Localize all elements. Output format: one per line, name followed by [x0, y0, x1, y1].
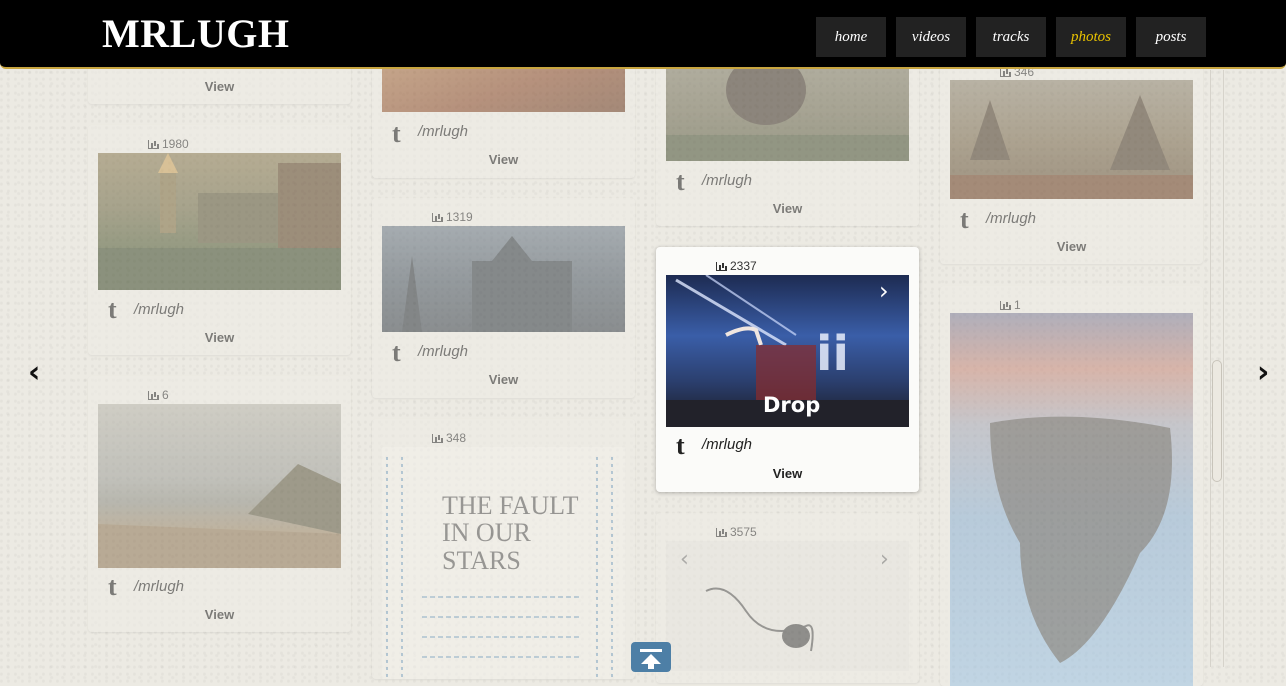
prev-image-icon[interactable]: ‹	[680, 547, 689, 572]
prev-page-arrow-icon[interactable]: ‹	[28, 355, 40, 390]
photo-card: 6 t /mrlugh View	[88, 376, 351, 632]
site-header: MRLUGH home videos tracks photos posts	[0, 0, 1286, 69]
tumblr-icon[interactable]: t	[392, 121, 401, 147]
tumblr-icon[interactable]: t	[108, 297, 117, 323]
view-link[interactable]: View	[656, 201, 919, 216]
view-link[interactable]: View	[656, 466, 919, 481]
nav-videos[interactable]: videos	[896, 17, 966, 57]
handwriting-pattern	[386, 457, 613, 677]
sketch-image	[705, 587, 814, 652]
tumblr-icon[interactable]: t	[108, 574, 117, 600]
bar-chart-icon	[716, 261, 727, 271]
site-logo[interactable]: MRLUGH	[102, 10, 289, 57]
battlefield-image	[950, 95, 1193, 199]
dark-city-image	[402, 236, 572, 332]
view-count-value: 1319	[446, 210, 473, 224]
photo-thumbnail[interactable]: ‹ ›	[666, 541, 909, 671]
tumblr-icon[interactable]: t	[676, 433, 685, 459]
author-link[interactable]: /mrlugh	[702, 172, 752, 189]
photo-thumbnail[interactable]	[98, 404, 341, 568]
tumblr-icon[interactable]: t	[960, 207, 969, 233]
photo-thumbnail[interactable]	[382, 226, 625, 332]
image-caption: Drop	[763, 393, 821, 417]
author-link[interactable]: /mrlugh	[134, 578, 184, 595]
view-count-value: 1	[1014, 298, 1021, 312]
view-count: 1980	[148, 137, 189, 151]
view-count-value: 1980	[162, 137, 189, 151]
author-link[interactable]: /mrlugh	[418, 123, 468, 140]
view-count-value: 6	[162, 388, 169, 402]
bar-chart-icon	[716, 527, 727, 537]
photo-card: 3575 ‹ ›	[656, 513, 919, 683]
view-link[interactable]: View	[88, 330, 351, 345]
bar-chart-icon	[432, 433, 443, 443]
back-to-top-button[interactable]	[631, 642, 671, 672]
scrollbar-thumb[interactable]	[1212, 360, 1222, 482]
scrollbar-track[interactable]	[1210, 70, 1224, 667]
nav-posts[interactable]: posts	[1136, 17, 1206, 57]
beach-image	[98, 464, 341, 568]
photo-card: 1	[940, 286, 1203, 686]
nav-home[interactable]: home	[816, 17, 886, 57]
photo-thumbnail[interactable]	[98, 153, 341, 290]
photo-thumbnail[interactable]	[950, 80, 1193, 199]
author-link[interactable]: /mrlugh	[986, 210, 1036, 227]
view-count: 348	[432, 431, 466, 445]
arrow-up-to-top-icon	[640, 649, 662, 669]
photo-thumbnail[interactable]: THE FAULT IN OUR STARS	[382, 447, 625, 679]
tumblr-icon[interactable]: t	[676, 169, 685, 195]
tumblr-icon[interactable]: t	[392, 340, 401, 366]
photo-card-focused: 2337 ii Drop › t /mrlugh View	[656, 247, 919, 492]
svg-text:ii: ii	[816, 326, 849, 382]
photo-thumbnail[interactable]	[950, 313, 1193, 686]
bar-chart-icon	[148, 139, 159, 149]
photo-card: 1980 t /mrlugh View	[88, 125, 351, 355]
view-count: 2337	[716, 259, 757, 273]
next-image-icon[interactable]: ›	[880, 547, 889, 572]
photo-card: 348 THE FAULT IN OUR STARS	[372, 419, 635, 679]
nav-tracks[interactable]: tracks	[976, 17, 1046, 57]
view-link[interactable]: View	[372, 152, 635, 167]
bar-chart-icon	[1000, 300, 1011, 310]
view-count-value: 348	[446, 431, 467, 445]
author-link[interactable]: /mrlugh	[418, 343, 468, 360]
photo-thumbnail[interactable]: ii Drop ›	[666, 275, 909, 427]
view-count: 1319	[432, 210, 473, 224]
author-link[interactable]: /mrlugh	[134, 301, 184, 318]
view-count-value: 2337	[730, 259, 757, 273]
nav-photos[interactable]: photos	[1056, 17, 1126, 57]
photo-card: 1319 t /mrlugh View	[372, 198, 635, 398]
fantasy-city-image	[98, 153, 341, 290]
bar-chart-icon	[432, 212, 443, 222]
photo-card: 346 t /mrlugh View	[940, 40, 1203, 264]
next-image-icon[interactable]: ›	[879, 277, 889, 305]
view-count: 6	[148, 388, 169, 402]
view-count: 3575	[716, 525, 757, 539]
sunset-lake-image	[990, 416, 1172, 663]
view-link[interactable]: View	[940, 239, 1203, 254]
author-link[interactable]: /mrlugh	[702, 436, 752, 453]
bar-chart-icon	[148, 390, 159, 400]
view-count-value: 3575	[730, 525, 757, 539]
next-page-arrow-icon[interactable]: ›	[1257, 355, 1269, 390]
view-link[interactable]: View	[88, 79, 351, 94]
view-count: 1	[1000, 298, 1021, 312]
view-link[interactable]: View	[372, 372, 635, 387]
view-link[interactable]: View	[88, 607, 351, 622]
